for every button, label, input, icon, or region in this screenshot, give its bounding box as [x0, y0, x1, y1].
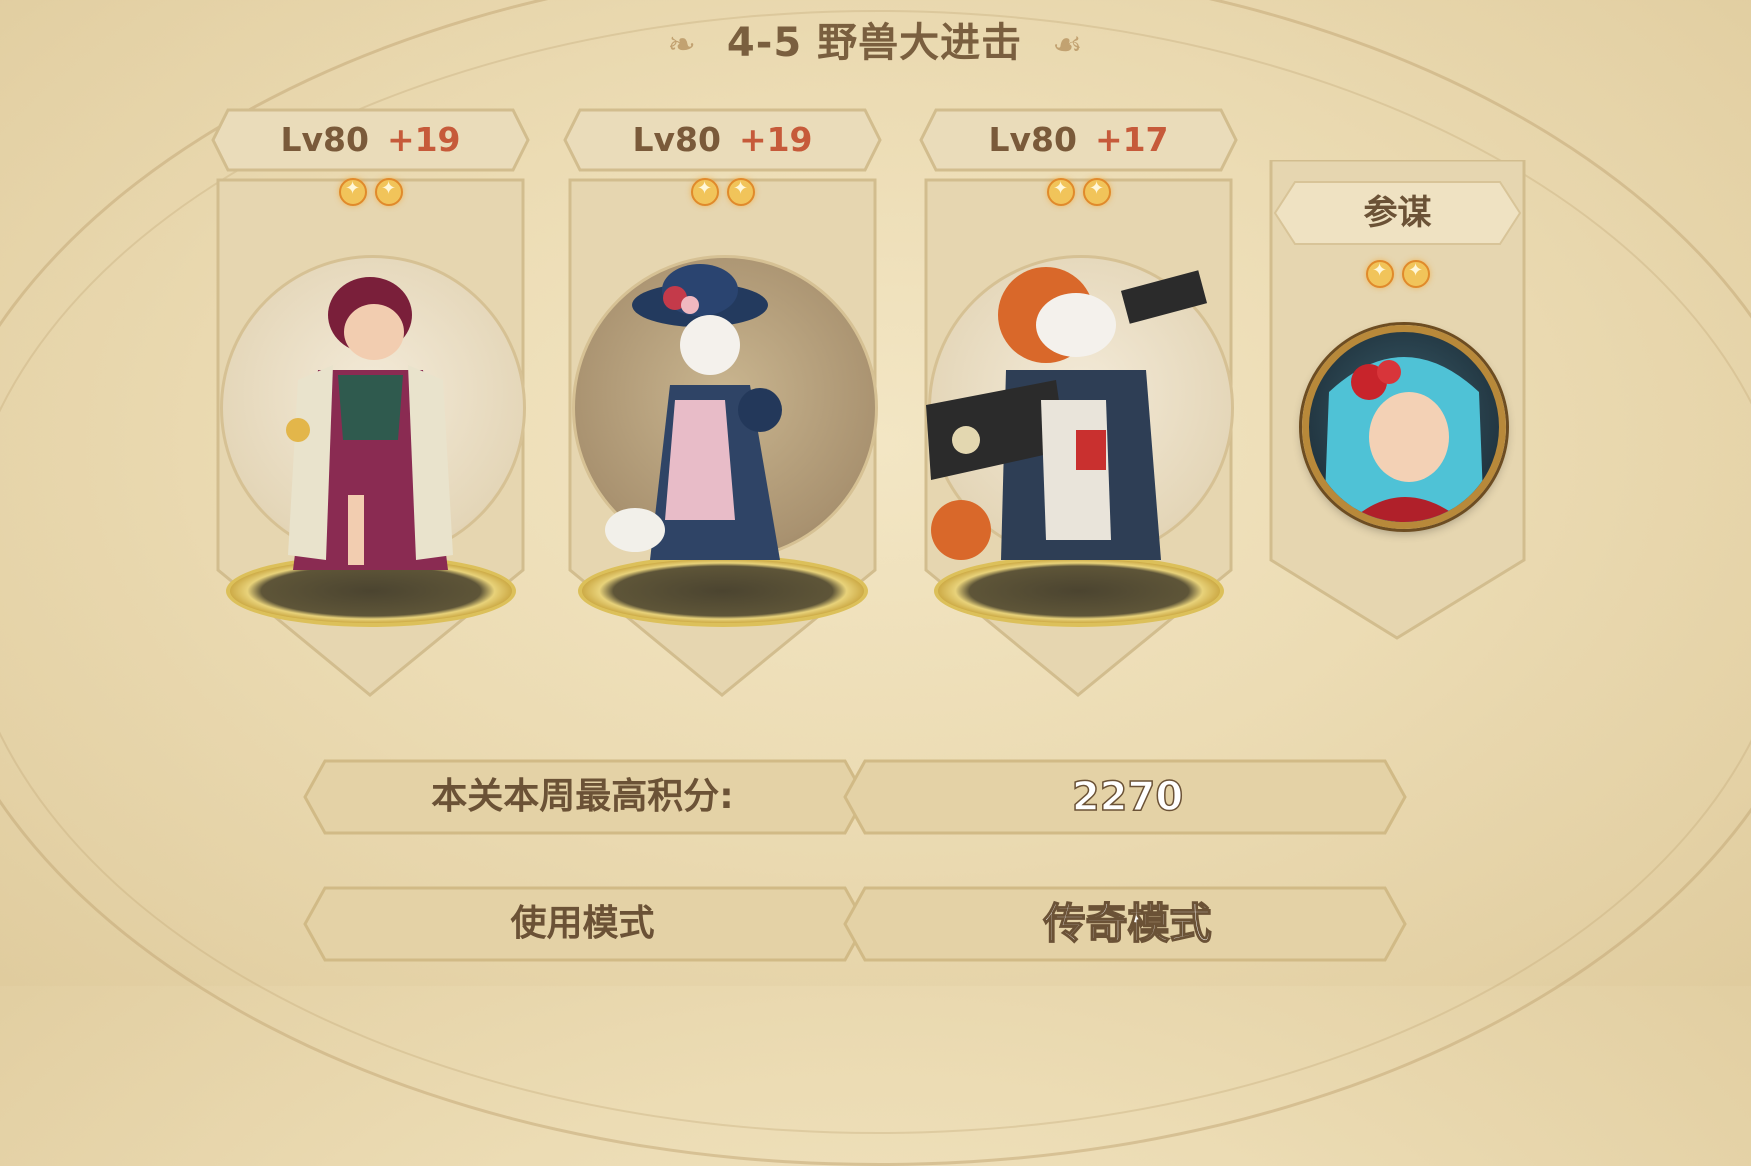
hero-sorceress-icon: [286, 277, 453, 570]
legend-mode-label: 传奇模式: [1043, 898, 1213, 949]
hero-card-3[interactable]: Lv80 +17: [906, 100, 1251, 700]
legend-mode-button[interactable]: 传奇模式: [850, 887, 1405, 961]
strategist-stars: [1265, 260, 1530, 292]
score-label: 本关本周最高积分:: [431, 776, 734, 817]
strategist-label: 参谋: [1363, 193, 1432, 233]
strategist-avatar: [1302, 325, 1506, 529]
strategist-slot[interactable]: 参谋: [1265, 160, 1530, 640]
right-flourish-icon: ☙: [1052, 25, 1084, 65]
stage-title: 4-5 野兽大进击: [726, 20, 1023, 66]
left-flourish-icon: ❧: [667, 25, 697, 65]
star-icon: [1401, 260, 1430, 288]
score-value-panel: 2270: [850, 760, 1405, 834]
use-mode-button[interactable]: 使用模式: [305, 887, 860, 961]
score-label-panel: 本关本周最高积分:: [305, 760, 860, 834]
hero-lion-warrior-icon: [926, 267, 1208, 560]
hero-card-2[interactable]: Lv80 +19: [550, 100, 895, 700]
hero-fox-lady-icon: [605, 264, 782, 560]
star-icon: [1365, 260, 1394, 288]
use-mode-label: 使用模式: [510, 903, 655, 944]
score-value: 2270: [1071, 773, 1184, 821]
hero-card-1[interactable]: Lv80 +19: [198, 100, 543, 700]
strategist-portrait-icon: [1324, 357, 1484, 522]
stage-header: ❧ 4-5 野兽大进击 ☙: [0, 10, 1751, 68]
